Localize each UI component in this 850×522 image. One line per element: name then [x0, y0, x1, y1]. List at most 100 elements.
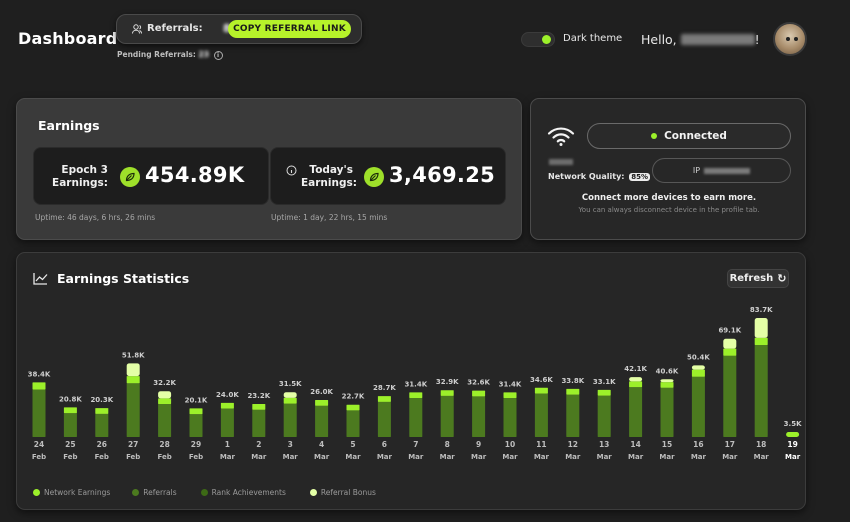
x-tick-day: 10: [505, 440, 515, 449]
earnings-title: Earnings: [38, 118, 100, 133]
bar-value-label: 22.7K: [342, 393, 365, 401]
x-tick-month: Mar: [471, 453, 487, 461]
bar-value-label: 83.7K: [750, 306, 773, 314]
connect-more-text: Connect more devices to earn more.: [581, 193, 757, 203]
x-tick-month: Mar: [377, 453, 393, 461]
x-tick-day: 25: [65, 440, 75, 449]
bar-value-label: 31.5K: [279, 380, 302, 388]
bar-value-label: 28.7K: [373, 384, 396, 392]
bar-segment-referrals: [566, 394, 580, 437]
x-tick-day: 19: [787, 440, 797, 449]
bar-value-label: 32.9K: [436, 378, 459, 386]
dark-theme-toggle[interactable]: [521, 32, 555, 47]
bar-segment-network: [629, 381, 643, 388]
bar-segment-network: [786, 432, 800, 437]
x-tick-day: 14: [630, 440, 640, 449]
x-tick-month: Mar: [628, 453, 644, 461]
x-tick-month: Mar: [251, 453, 267, 461]
bar-segment-referrals: [503, 398, 517, 437]
bar-segment-referrals: [252, 409, 266, 437]
x-tick-day: 8: [445, 440, 450, 449]
referral-bar: Referrals: 84 COPY REFERRAL LINK: [116, 14, 362, 44]
network-quality: Network Quality: 85%: [548, 172, 651, 181]
today-uptime: Uptime: 1 day, 22 hrs, 15 mins: [271, 213, 388, 222]
x-tick-month: Mar: [314, 453, 330, 461]
users-icon: [132, 24, 142, 34]
disconnect-hint: You can always disconnect device in the …: [578, 206, 760, 214]
refresh-button[interactable]: Refresh ↻: [727, 269, 789, 288]
legend-swatch: [309, 489, 317, 496]
pending-referrals-label: Pending Referrals:: [117, 50, 196, 59]
bar-segment-network: [566, 388, 580, 395]
bar-segment-network: [503, 392, 517, 399]
bar-segment-referrals: [597, 395, 611, 437]
device-name-redacted: [549, 159, 573, 165]
x-tick-day: 18: [756, 440, 766, 449]
x-tick-day: 1: [225, 440, 230, 449]
bar-segment-referrals: [754, 344, 768, 437]
bar-segment-network: [691, 369, 705, 377]
bar-segment-referrals: [723, 355, 737, 437]
x-tick-month: Mar: [502, 453, 518, 461]
bar-segment-referrals: [220, 408, 234, 437]
ip-label: IP: [692, 166, 701, 175]
bar-segment-bonus: [158, 391, 172, 399]
connection-status-label: Connected: [664, 130, 727, 142]
bar-value-label: 34.6K: [530, 376, 553, 384]
referrals-label: Referrals:: [147, 23, 203, 34]
x-tick-day: 4: [319, 440, 324, 449]
ip-address-pill: IP: [652, 158, 791, 183]
earnings-chart: 38.4K24Feb20.8K25Feb20.3K26Feb51.8K27Feb…: [28, 306, 802, 461]
legend-swatch: [33, 489, 40, 496]
bar-value-label: 26.0K: [310, 388, 333, 396]
bar-segment-network: [189, 408, 203, 415]
bar-segment-network: [409, 392, 423, 399]
info-icon[interactable]: [286, 165, 297, 176]
info-icon[interactable]: i: [213, 50, 223, 60]
bar-value-label: 33.8K: [561, 377, 584, 385]
x-tick-day: 6: [382, 440, 387, 449]
bar-segment-network: [346, 404, 360, 411]
legend-item: Referral Bonus: [309, 488, 376, 497]
x-tick-month: Mar: [597, 453, 613, 461]
epoch-uptime: Uptime: 46 days, 6 hrs, 26 mins: [35, 213, 156, 222]
x-tick-month: Mar: [345, 453, 361, 461]
x-tick-month: Mar: [722, 453, 738, 461]
bar-segment-network: [126, 376, 140, 384]
x-tick-month: Feb: [63, 453, 77, 461]
legend-label: Rank Achievements: [211, 488, 286, 497]
bar-segment-referrals: [660, 387, 674, 437]
status-dot-icon: [651, 133, 658, 139]
legend-label: Network Earnings: [44, 488, 111, 497]
bar-segment-referrals: [32, 389, 46, 437]
bar-segment-referrals: [315, 405, 329, 437]
network-quality-label: Network Quality:: [548, 172, 625, 181]
bar-value-label: 69.1K: [718, 327, 741, 335]
statistics-title: Earnings Statistics: [57, 271, 190, 286]
connection-status-button[interactable]: Connected: [587, 123, 791, 149]
bar-segment-referrals: [346, 410, 360, 437]
x-tick-month: Mar: [534, 453, 550, 461]
x-tick-day: 24: [34, 440, 44, 449]
bar-value-label: 51.8K: [122, 351, 145, 359]
x-tick-day: 3: [288, 440, 293, 449]
trend-chart-icon: [33, 273, 48, 285]
pending-referrals-count: 23: [198, 50, 209, 59]
bar-value-label: 20.3K: [90, 396, 113, 404]
copy-referral-link-button[interactable]: COPY REFERRAL LINK: [228, 20, 351, 38]
x-tick-day: 5: [350, 440, 355, 449]
bar-value-label: 20.8K: [59, 395, 82, 403]
x-tick-day: 28: [159, 440, 169, 449]
bar-segment-network: [63, 407, 77, 414]
bar-value-label: 31.4K: [499, 380, 522, 388]
bar-value-label: 3.5K: [784, 420, 802, 428]
bar-segment-referrals: [63, 413, 77, 437]
chart-legend: Network Earnings Referrals Rank Achievemen…: [33, 488, 400, 497]
bar-segment-bonus: [754, 317, 768, 338]
dark-theme-label: Dark theme: [563, 33, 623, 44]
bar-segment-network: [32, 382, 46, 390]
avatar[interactable]: [773, 22, 807, 56]
x-tick-day: 12: [568, 440, 578, 449]
refresh-label: Refresh: [729, 273, 774, 284]
legend-item: Network Earnings: [33, 488, 110, 497]
